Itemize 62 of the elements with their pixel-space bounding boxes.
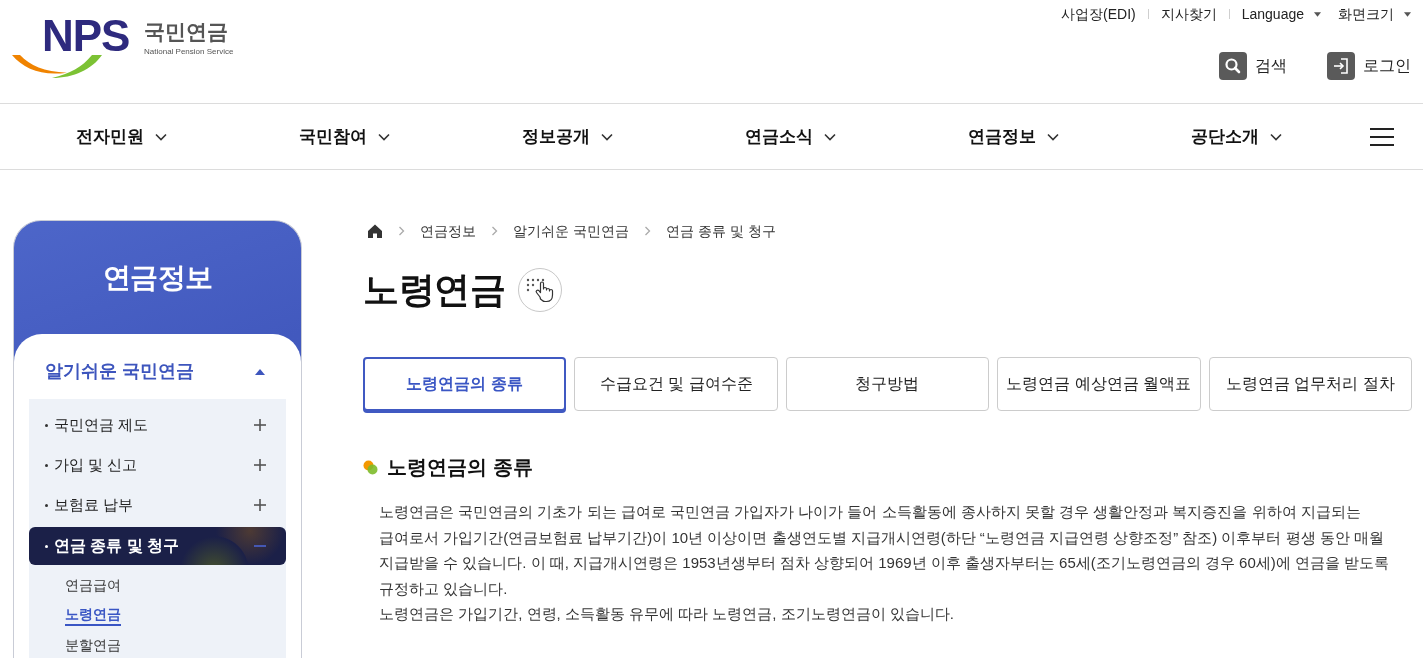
logo-name: 국민연금 <box>144 20 229 44</box>
tab[interactable]: 수급요건 및 급여수준 <box>574 357 778 411</box>
menu-icon <box>1370 127 1394 146</box>
tab[interactable]: 노령연금 업무처리 절차 <box>1208 357 1412 411</box>
chevron-right-icon <box>491 226 498 236</box>
breadcrumb-link[interactable]: 연금 종류 및 청구 <box>665 220 776 242</box>
tab[interactable]: 노령연금 예상연금 월액표 <box>997 357 1201 411</box>
home-icon[interactable] <box>367 223 383 239</box>
chevron-down-icon <box>1047 132 1059 141</box>
nav-menu-item[interactable]: 전자민원 <box>76 123 167 150</box>
chevron-right-icon <box>643 226 651 236</box>
sidebar-item-label: 보험료 납부 <box>54 494 135 515</box>
page-title: 노령연금 <box>363 268 505 312</box>
sidebar-item[interactable]: 가입 및 신고 <box>29 445 286 485</box>
nav-menu-item[interactable]: 정보공개 <box>522 123 613 150</box>
login-icon <box>1327 52 1355 80</box>
bullet-icon <box>45 463 48 467</box>
bullet-icon <box>45 503 48 507</box>
logo-tagline: National Pension Service <box>144 46 234 57</box>
nav-menu-item[interactable]: 공단소개 <box>1191 123 1282 150</box>
circles-icon <box>363 459 378 475</box>
chevron-down-icon <box>378 132 390 141</box>
utility-link[interactable]: 화면크기 <box>1338 3 1394 25</box>
chevron-down-icon <box>1270 132 1282 141</box>
sidebar-item-label: 가입 및 신고 <box>54 454 139 475</box>
sidebar-title: 연금정보 <box>102 260 213 295</box>
swoosh-icon <box>12 55 102 78</box>
menu-button[interactable] <box>1370 127 1394 146</box>
logo-letters: NPS <box>42 20 130 52</box>
sidebar-item[interactable]: 국민연금 제도 <box>29 405 286 445</box>
bullet-icon <box>45 423 48 427</box>
sidebar-item-label: 연금 종류 및 청구 <box>54 536 181 556</box>
body-paragraph: 노령연금은 국민연금의 기초가 되는 급여로 국민연금 가입자가 나이가 들어 소득활동에 종사하지 못할 경우 생활안정과 복지증진을 위하여 지급되는 급여로서 가입기간(연금보험료 납부기간)이 10년 이상이면 출생연도별 지급개시연령(하단 “노령연금 지급연령 상향조정” 참조) 이후부터 평생 동안 매월 지급받을 수 있습니다. 이 때, 지급개시연령은 1953년생부터 점차 상향되어 1969년 이후 출생자부터는 65세(조기노령연금의 경우 60세)에 연금을 받도록 규정하고 있습니다. <box>379 502 1391 599</box>
sidebar-subitem[interactable]: 분할연금 <box>65 635 121 655</box>
chevron-down-icon <box>824 132 836 141</box>
nav-menu-item[interactable]: 연금정보 <box>968 123 1059 150</box>
login-button[interactable]: 로그인 <box>1327 52 1411 80</box>
utility-link[interactable]: 지사찾기 <box>1160 3 1217 25</box>
search-icon <box>1219 52 1247 80</box>
sidebar-section[interactable]: 알기쉬운 국민연금 <box>29 334 286 399</box>
search-button[interactable]: 검색 <box>1219 52 1287 80</box>
hand-pointer-icon <box>526 277 554 303</box>
section-heading: 노령연금의 종류 <box>387 455 533 480</box>
breadcrumb-link[interactable]: 연금정보 <box>420 220 476 242</box>
nav-menu-item[interactable]: 연금소식 <box>745 123 836 150</box>
touch-button[interactable] <box>518 268 562 312</box>
chevron-down-icon <box>155 132 167 141</box>
sidebar-item[interactable]: 연금 종류 및 청구 <box>29 527 286 565</box>
sidebar-item-label: 국민연금 제도 <box>54 414 150 435</box>
chevron-right-icon <box>398 226 405 236</box>
chevron-down-icon <box>601 132 613 141</box>
nav-menu-item[interactable]: 국민참여 <box>299 123 390 150</box>
sidebar-item[interactable]: 보험료 납부 <box>29 485 286 525</box>
body-paragraph: 노령연금은 가입기간, 연령, 소득활동 유무에 따라 노령연금, 조기노령연금이 있습니다. <box>379 604 955 624</box>
sidebar-subitem[interactable]: 노령연금 <box>65 604 121 626</box>
utility-link[interactable]: Language <box>1241 3 1304 25</box>
utility-link[interactable]: 사업장(EDI) <box>1061 3 1136 25</box>
bullet-icon <box>45 544 48 548</box>
breadcrumb-link[interactable]: 알기쉬운 국민연금 <box>513 220 629 242</box>
sidebar-subitem[interactable]: 연금급여 <box>65 575 121 595</box>
tab[interactable]: 청구방법 <box>785 357 990 411</box>
tab[interactable]: 노령연금의 종류 <box>363 357 567 411</box>
